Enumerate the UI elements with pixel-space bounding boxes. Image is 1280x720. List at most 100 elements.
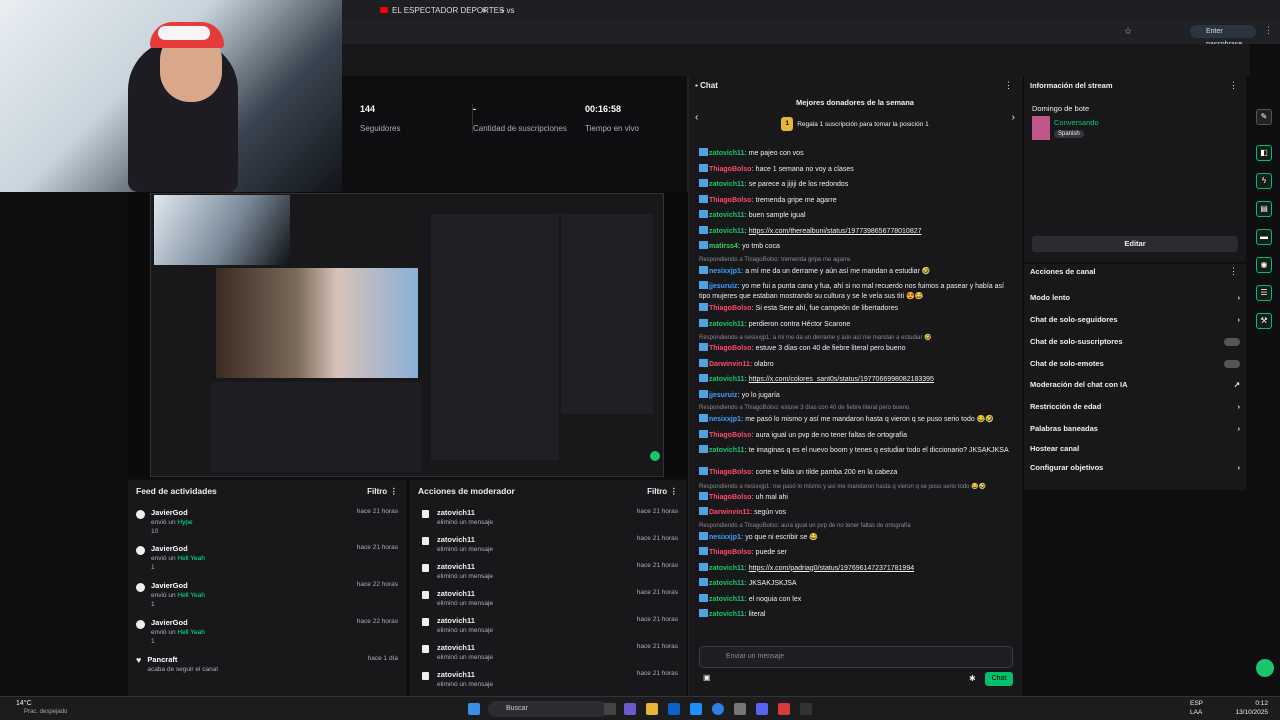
chrome-icon[interactable] — [712, 703, 724, 715]
taskview-icon[interactable] — [604, 703, 616, 715]
stream-category[interactable]: Conversando — [1054, 118, 1099, 127]
clock-time[interactable]: 0:12 — [1255, 700, 1268, 707]
broadcast-icon[interactable]: ◉ — [1256, 257, 1272, 273]
chat-message[interactable]: nesixxjp1: me pasó lo mismo y así me man… — [699, 414, 1011, 425]
whatsapp-icon[interactable] — [1256, 659, 1274, 677]
chat-message[interactable]: ThiagoBolso: hace 1 semana no voy a clas… — [699, 163, 1011, 175]
chat-username[interactable]: zatovich11: — [709, 596, 747, 603]
taskbar-search[interactable]: Buscar — [488, 701, 608, 717]
chat-username[interactable]: zatovich11: — [709, 181, 747, 188]
chat-message[interactable]: Darwinvin11: olabro — [699, 358, 1011, 370]
feed-item[interactable]: JavierGod envió un Hell Yeah 1 — [136, 544, 205, 571]
chat-message[interactable]: ThiagoBolso: uh mal ahi — [699, 491, 1011, 503]
chat-username[interactable]: zatovich11: — [709, 611, 747, 618]
chat-message[interactable]: zatovich11: se parece a jijiji de los re… — [699, 179, 1011, 190]
chat-message[interactable]: ThiagoBolso: tremenda gripe me agarre — [699, 194, 1011, 206]
chat-username[interactable]: zatovich11: — [709, 228, 747, 235]
chat-message[interactable]: ThiagoBolso: estuve 3 días con 40 de fie… — [699, 343, 1011, 354]
chat-link[interactable]: https://x.com/padriag0/status/1976961472… — [749, 565, 914, 572]
chat-message[interactable]: nesixxjp1: a mí me da un derrame y aún a… — [699, 265, 1011, 277]
chat-username[interactable]: nesixxjp1: — [709, 416, 743, 423]
menu-icon[interactable]: ⋮ — [1264, 25, 1273, 36]
feed-filter-button[interactable]: Filtro — [367, 487, 387, 496]
app-icon[interactable] — [778, 703, 790, 715]
chat-message[interactable]: zatovich11: https://x.com/therealbuni/st… — [699, 225, 1011, 237]
chat-message[interactable]: ThiagoBolso: corte te falta un tilde pam… — [699, 467, 1011, 478]
mod-filter-button[interactable]: Filtro — [647, 487, 667, 496]
chat-message[interactable]: zatovich11: el noquia con lex — [699, 593, 1011, 605]
action-ai-moderation[interactable]: Moderación del chat con IA ↗ — [1030, 380, 1240, 389]
app-icon[interactable] — [734, 703, 746, 715]
clip-icon[interactable]: ◧ — [1256, 145, 1272, 161]
gear-icon[interactable]: ✱ — [969, 674, 976, 683]
mod-item[interactable]: zatovich11 eliminó un mensaje — [422, 562, 493, 580]
close-tab-button[interactable]: × — [482, 3, 487, 17]
more-icon[interactable]: ⋮ — [1229, 266, 1238, 277]
mod-item[interactable]: zatovich11 eliminó un mensaje — [422, 508, 493, 526]
chevron-right-icon[interactable]: › — [1012, 112, 1015, 123]
chat-username[interactable]: zatovich11: — [709, 321, 747, 328]
document-icon[interactable]: ▤ — [1256, 201, 1272, 217]
chat-username[interactable]: ThiagoBolso: — [709, 432, 754, 439]
chat-message[interactable]: zatovich11: https://x.com/colores_sant0s… — [699, 374, 1011, 385]
chat-username[interactable]: jjesuruiz: — [709, 392, 740, 399]
language-indicator[interactable]: ESP — [1190, 700, 1203, 707]
chat-username[interactable]: ThiagoBolso: — [709, 197, 754, 204]
feed-item[interactable]: JavierGod envió un Hell Yeah 1 — [136, 581, 205, 608]
emotes-only-toggle[interactable] — [1224, 359, 1240, 368]
chat-input[interactable]: Enviar un mensaje — [699, 646, 1013, 668]
stream-tag[interactable]: Spanish — [1054, 130, 1084, 138]
chat-username[interactable]: ThiagoBolso: — [709, 345, 754, 352]
chat-username[interactable]: ThiagoBolso: — [709, 549, 754, 556]
chat-message[interactable]: zatovich11: me pajeo con vos — [699, 148, 1011, 159]
more-icon[interactable]: ⋮ — [390, 486, 399, 496]
chat-username[interactable]: Darwinvin11: — [709, 361, 752, 368]
action-subs-only[interactable]: Chat de solo-suscriptores — [1030, 337, 1240, 346]
windows-start-icon[interactable] — [468, 703, 480, 715]
mod-item[interactable]: zatovich11 eliminó un mensaje — [422, 535, 493, 553]
send-chat-button[interactable]: Chat — [985, 672, 1013, 686]
chat-message[interactable]: Darwinvin11: según vos — [699, 507, 1011, 518]
chat-message[interactable]: matirss4: yo tmb coca — [699, 241, 1011, 252]
chevron-left-icon[interactable]: ‹ — [695, 112, 698, 123]
bolt-icon[interactable]: ϟ — [1256, 173, 1272, 189]
browser-tab[interactable]: EL ESPECTADOR DEPORTES vs — [380, 3, 515, 17]
action-age-restriction[interactable]: Restricción de edad › — [1030, 402, 1240, 411]
new-tab-button[interactable]: + — [500, 3, 505, 17]
mod-item[interactable]: zatovich11 eliminó un mensaje — [422, 616, 493, 634]
chat-username[interactable]: zatovich11: — [709, 212, 747, 219]
chat-message[interactable]: jjesuruiz: yo lo jugaría — [699, 389, 1011, 401]
chat-username[interactable]: zatovich11: — [709, 150, 747, 157]
action-banned-words[interactable]: Palabras baneadas › — [1030, 424, 1240, 433]
chat-message[interactable]: zatovich11: https://x.com/padriag0/statu… — [699, 562, 1011, 574]
gift-icon[interactable]: ▣ — [703, 673, 711, 682]
more-icon[interactable]: ⋮ — [1004, 80, 1013, 91]
chat-message[interactable]: zatovich11: literal — [699, 609, 1011, 620]
pencil-icon[interactable]: ✎ — [1256, 109, 1272, 125]
action-host-channel[interactable]: Hostear canal — [1030, 444, 1240, 453]
chat-username[interactable]: zatovich11: — [709, 565, 747, 572]
chat-username[interactable]: ThiagoBolso: — [709, 166, 754, 173]
feed-item[interactable]: JavierGod envió un Hype 10 — [136, 508, 193, 535]
chat-username[interactable]: zatovich11: — [709, 376, 747, 383]
wrench-icon[interactable]: ⚒ — [1256, 313, 1272, 329]
edit-button[interactable]: Editar — [1032, 236, 1238, 252]
obs-icon[interactable] — [800, 703, 812, 715]
more-icon[interactable]: ⋮ — [670, 486, 679, 496]
chat-message[interactable]: ThiagoBolso: puede ser — [699, 547, 1011, 558]
chat-message[interactable]: jjesuruiz: yo me fui a punta cana y fua,… — [699, 281, 1011, 302]
chat-message[interactable]: ThiagoBolso: Si esta Sere ahí, fue campe… — [699, 303, 1011, 314]
chat-message[interactable]: nesixxjp1: yo que ni escribir se 😂 — [699, 531, 1011, 543]
chat-username[interactable]: ThiagoBolso: — [709, 494, 754, 501]
chat-username[interactable]: Darwinvin11: — [709, 509, 752, 516]
list-icon[interactable]: ☰ — [1256, 285, 1272, 301]
more-icon[interactable]: ⋮ — [1229, 80, 1238, 91]
action-slow-mode[interactable]: Modo lento › — [1030, 293, 1240, 302]
chat-link[interactable]: https://x.com/therealbuni/status/1977398… — [749, 228, 922, 235]
mod-item[interactable]: zatovich11 eliminó un mensaje — [422, 643, 493, 661]
action-goals[interactable]: Configurar objetivos › — [1030, 463, 1240, 472]
feed-item[interactable]: ♥ Pancraft acaba de seguir el canal — [136, 655, 218, 673]
chat-link[interactable]: https://x.com/colores_sant0s/status/1977… — [749, 376, 934, 383]
chat-username[interactable]: nesixxjp1: — [709, 534, 743, 541]
subs-only-toggle[interactable] — [1224, 337, 1240, 346]
